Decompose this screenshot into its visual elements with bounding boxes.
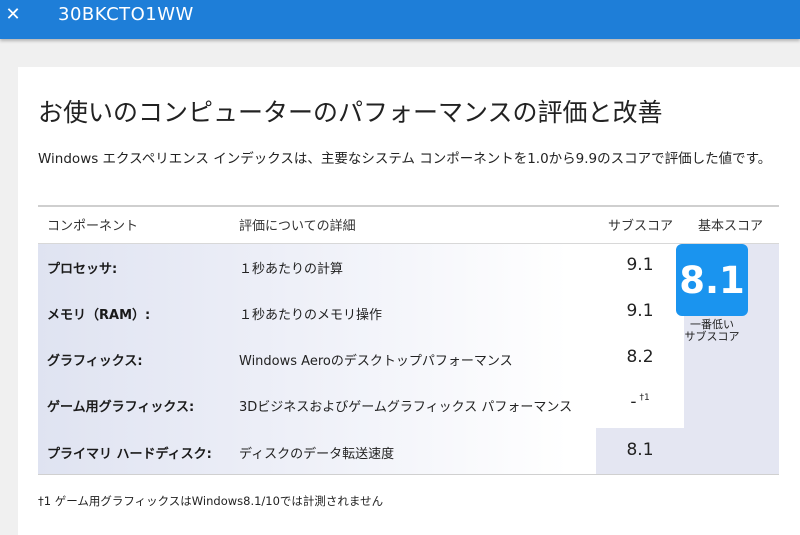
header-detail: 評価についての詳細 <box>239 219 356 234</box>
title-bar: ✕ 30BKCTO1WW <box>0 0 800 39</box>
table-bottom-divider <box>38 474 779 475</box>
row-gaming-graphics-label: ゲーム用グラフィックス: <box>47 400 195 415</box>
row-gaming-graphics-detail: 3Dビジネスおよびゲームグラフィックス パフォーマンス <box>239 400 573 415</box>
base-score-caption: 一番低い サブスコア <box>666 319 758 343</box>
row-gaming-graphics-subscore: - †1 <box>630 392 650 412</box>
base-score-badge: 8.1 <box>676 244 748 316</box>
table-top-divider <box>38 205 779 207</box>
footnote-mark: †1 <box>639 393 650 404</box>
row-memory-detail: １秒あたりのメモリ操作 <box>239 308 383 323</box>
page-description: Windows エクスペリエンス インデックスは、主要なシステム コンポーネント… <box>38 151 772 167</box>
row-graphics-subscore: 8.2 <box>626 347 654 367</box>
row-memory-label: メモリ（RAM）: <box>47 308 151 323</box>
page-title: お使いのコンピューターのパフォーマンスの評価と改善 <box>38 98 663 127</box>
base-score-caption-line2: サブスコア <box>684 330 740 343</box>
row-processor-subscore: 9.1 <box>626 255 654 275</box>
header-component: コンポーネント <box>47 219 139 234</box>
row-hard-disk-label: プライマリ ハードディスク: <box>47 447 212 462</box>
row-processor-label: プロセッサ: <box>47 262 118 277</box>
footnote: †1 ゲーム用グラフィックスはWindows8.1/10では計測されません <box>38 494 384 508</box>
header-base-score: 基本スコア <box>698 219 764 234</box>
window-title: 30BKCTO1WW <box>58 4 194 25</box>
header-subscore: サブスコア <box>608 219 674 234</box>
close-icon[interactable]: ✕ <box>4 6 22 24</box>
row-graphics-label: グラフィックス: <box>47 354 143 369</box>
row-hard-disk-subscore: 8.1 <box>626 440 654 460</box>
row-graphics-detail: Windows Aeroのデスクトップパフォーマンス <box>239 354 513 369</box>
row-hard-disk-detail: ディスクのデータ転送速度 <box>239 447 395 462</box>
row-processor-detail: １秒あたりの計算 <box>239 262 344 277</box>
row-memory-subscore: 9.1 <box>626 301 654 321</box>
